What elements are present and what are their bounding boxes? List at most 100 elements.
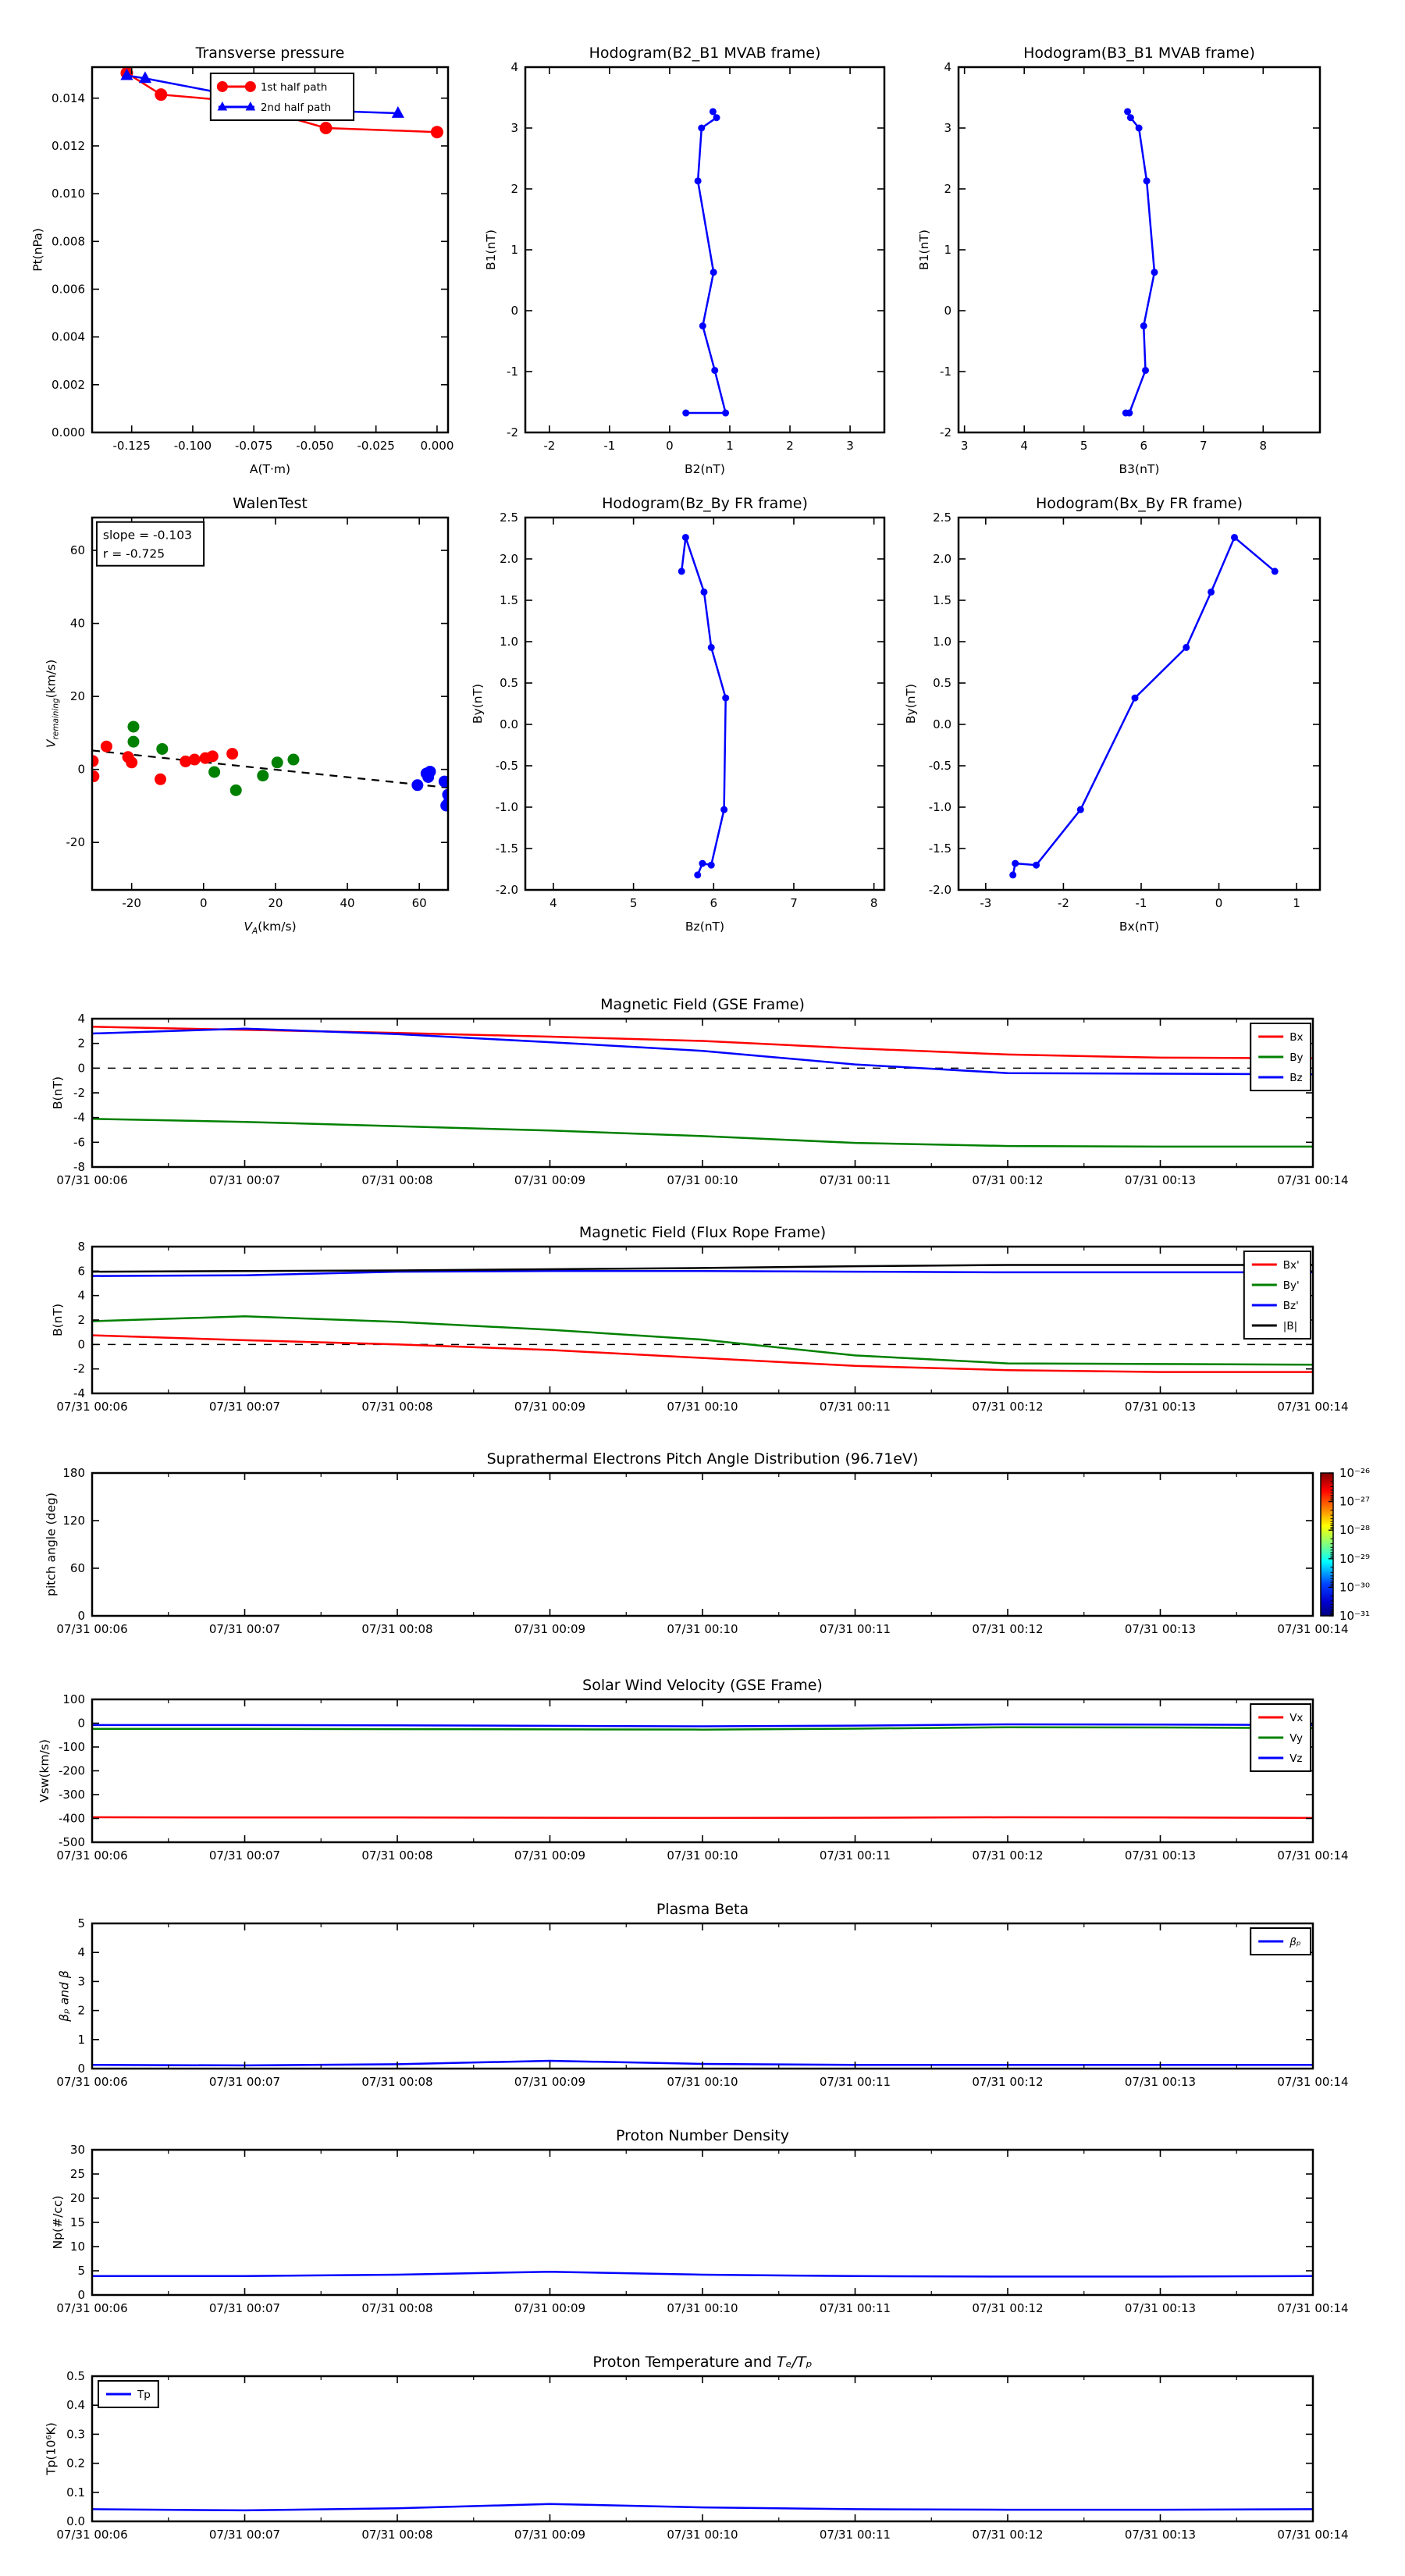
y-tick-label: 4 xyxy=(77,1945,85,1959)
walen-svg: WalenTest -20 0 20 40 60 -20 0 20 40 60 VA(km/s) Vre… xyxy=(44,495,450,936)
svg-text:Vz: Vz xyxy=(1289,1752,1302,1765)
y-tick-label: 0.006 xyxy=(52,282,85,296)
y-tick-label: 40 xyxy=(70,617,85,631)
y-tick-label: 25 xyxy=(70,2167,85,2181)
x-tick-label: 3 xyxy=(846,439,854,453)
y-tick-label: 0 xyxy=(77,1061,85,1075)
series-By xyxy=(92,1118,1313,1148)
magnetic-field-gse-panel: Magnetic Field (GSE Frame) 07/31 00:06 07/… xyxy=(51,996,1349,1187)
x-tick-label: 07/31 00:09 xyxy=(514,2301,585,2315)
y-tick-label: 60 xyxy=(70,543,85,557)
x-tick-label: 07/31 00:08 xyxy=(361,1400,432,1414)
y-tick-label: 0.008 xyxy=(52,234,85,248)
chart-title: Proton Temperature and Tₑ/Tₚ xyxy=(592,2354,812,2371)
plot-area xyxy=(1122,108,1158,417)
y-tick-label: 0.4 xyxy=(66,2398,85,2412)
x-tick-label: 07/31 00:12 xyxy=(972,2075,1043,2089)
x-tick-label: 07/31 00:14 xyxy=(1277,1622,1348,1636)
y-tick-label: 0.002 xyxy=(52,378,85,392)
x-tick-label: 5 xyxy=(1080,439,1088,453)
hodogram-bx-by-chart: Hodogram(Bx_By FR frame) -3 -2 -1 0 1 -2.0 -1.5… xyxy=(904,495,1321,934)
chart-title: Hodogram(Bz_By FR frame) xyxy=(602,495,808,512)
series-Bx_By xyxy=(1009,533,1279,879)
y-tick-label: 20 xyxy=(70,2191,85,2205)
bfr-svg: Magnetic Field (Flux Rope Frame) 07/31 00… xyxy=(51,1224,1349,1414)
x-tick-label: 60 xyxy=(412,896,427,910)
plot-area xyxy=(1009,533,1279,879)
colorbar-tick-label: 10⁻²⁸ xyxy=(1339,1523,1370,1537)
annotation-box: slope = -0.103 r = -0.725 xyxy=(95,521,205,567)
series-Bx' xyxy=(92,1334,1313,1373)
x-tick-label: 07/31 00:13 xyxy=(1125,2301,1196,2315)
x-tick-label: 3 xyxy=(961,439,969,453)
y-tick-label: 4 xyxy=(944,60,951,74)
svg-text:1st half path: 1st half path xyxy=(261,81,328,94)
x-tick-label: 07/31 00:10 xyxy=(667,1400,738,1414)
x-tick-label: 07/31 00:13 xyxy=(1125,1173,1196,1187)
pressure-svg: Transverse pressure -0.125 -0.100 -0.075 -0.… xyxy=(31,44,454,476)
svg-text:|B|: |B| xyxy=(1283,1320,1297,1332)
x-tick-label: 5 xyxy=(630,896,638,910)
y-axis-label: Vremaining(km/s) xyxy=(44,660,61,748)
chart-title: Hodogram(B2_B1 MVAB frame) xyxy=(589,44,821,62)
x-axis-label: Bz(nT) xyxy=(685,920,724,934)
x-tick-label: 07/31 00:13 xyxy=(1125,1848,1196,1863)
legend: Bx' By' Bz' |B| xyxy=(1243,1251,1312,1340)
y-tick-label: -0.5 xyxy=(929,759,951,773)
svg-text:r = -0.725: r = -0.725 xyxy=(103,547,165,561)
x-tick-label: -0.025 xyxy=(357,439,394,453)
x-tick-label: 07/31 00:11 xyxy=(820,2528,891,2542)
plot-area xyxy=(678,533,730,879)
y-tick-label: -100 xyxy=(59,1740,85,1754)
y-tick-label: 15 xyxy=(70,2215,85,2229)
y-tick-label: 1.5 xyxy=(933,593,951,607)
y-tick-label: 30 xyxy=(70,2143,85,2157)
y-tick-label: -2 xyxy=(73,1086,85,1100)
x-tick-label: -0.125 xyxy=(113,439,151,453)
y-axis-label: Tp(10⁶K) xyxy=(44,2422,59,2476)
y-tick-label: 0 xyxy=(77,1337,85,1351)
hodogram-b3-b1-chart: Hodogram(B3_B1 MVAB frame) 3 4 5 6 7 8 -2 -1 0 1 2 3… xyxy=(917,44,1321,476)
y-tick-label: 10 xyxy=(70,2240,85,2254)
chart-title: Plasma Beta xyxy=(656,1901,749,1918)
series-Bz xyxy=(92,1027,1313,1076)
svg-text:2nd half path: 2nd half path xyxy=(261,101,331,114)
plot-area xyxy=(92,720,448,812)
y-tick-label: 0 xyxy=(944,304,951,318)
hodo-b2b1-svg: Hodogram(B2_B1 MVAB frame) -2 -1 0 1 2 3 -2 -1 0 1… xyxy=(484,44,886,476)
figure-canvas: Transverse pressure -0.125 -0.100 -0.075 -0.… xyxy=(0,0,1405,2576)
magnetic-field-fr-panel: Magnetic Field (Flux Rope Frame) 07/31 00… xyxy=(51,1224,1349,1414)
plot-area xyxy=(92,2503,1313,2512)
y-tick-label: 2.0 xyxy=(500,552,518,566)
svg-text:Bz: Bz xyxy=(1289,1072,1302,1084)
x-tick-label: -2 xyxy=(543,439,555,453)
y-axis-label: Pt(nPa) xyxy=(31,228,45,272)
y-tick-label: 3 xyxy=(944,121,951,135)
x-tick-label: 07/31 00:06 xyxy=(56,1622,127,1636)
x-tick-label: 07/31 00:14 xyxy=(1277,1400,1348,1414)
y-tick-label: -2 xyxy=(940,425,951,439)
x-tick-label: 07/31 00:06 xyxy=(56,1400,127,1414)
proton-temperature-panel: Proton Temperature and Tₑ/Tₚ 07/31 00:06 0… xyxy=(44,2354,1349,2542)
x-axis-label: VA(km/s) xyxy=(244,920,296,936)
proton-density-panel: Proton Number Density 07/31 00:06 07/31 00… xyxy=(51,2127,1349,2315)
y-tick-label: 2 xyxy=(944,182,951,196)
x-tick-label: 0.000 xyxy=(420,439,454,453)
y-tick-label: 2.5 xyxy=(500,511,518,525)
hodogram-b2-b1-chart: Hodogram(B2_B1 MVAB frame) -2 -1 0 1 2 3 -2 -1 0 1… xyxy=(484,44,886,476)
svg-text:βₚ: βₚ xyxy=(1289,1936,1301,1948)
x-tick-label: 07/31 00:10 xyxy=(667,1622,738,1636)
legend: Vx Vy Vz xyxy=(1250,1703,1311,1772)
x-tick-label: 07/31 00:10 xyxy=(667,1173,738,1187)
tp-svg: Proton Temperature and Tₑ/Tₚ07/31 00:06 0… xyxy=(44,2354,1349,2542)
x-tick-label: 07/31 00:07 xyxy=(209,2075,280,2089)
vel-svg: Solar Wind Velocity (GSE Frame) 07/31 00:… xyxy=(37,1677,1349,1863)
y-tick-label: 0.010 xyxy=(52,187,85,201)
chart-title: Proton Number Density xyxy=(616,2127,789,2144)
x-tick-label: -1 xyxy=(603,439,615,453)
y-tick-label: 8 xyxy=(77,1240,85,1254)
x-tick-label: 7 xyxy=(790,896,798,910)
x-tick-label: 07/31 00:09 xyxy=(514,2528,585,2542)
plot-area xyxy=(92,1723,1313,1820)
x-tick-label: 1 xyxy=(1293,896,1300,910)
